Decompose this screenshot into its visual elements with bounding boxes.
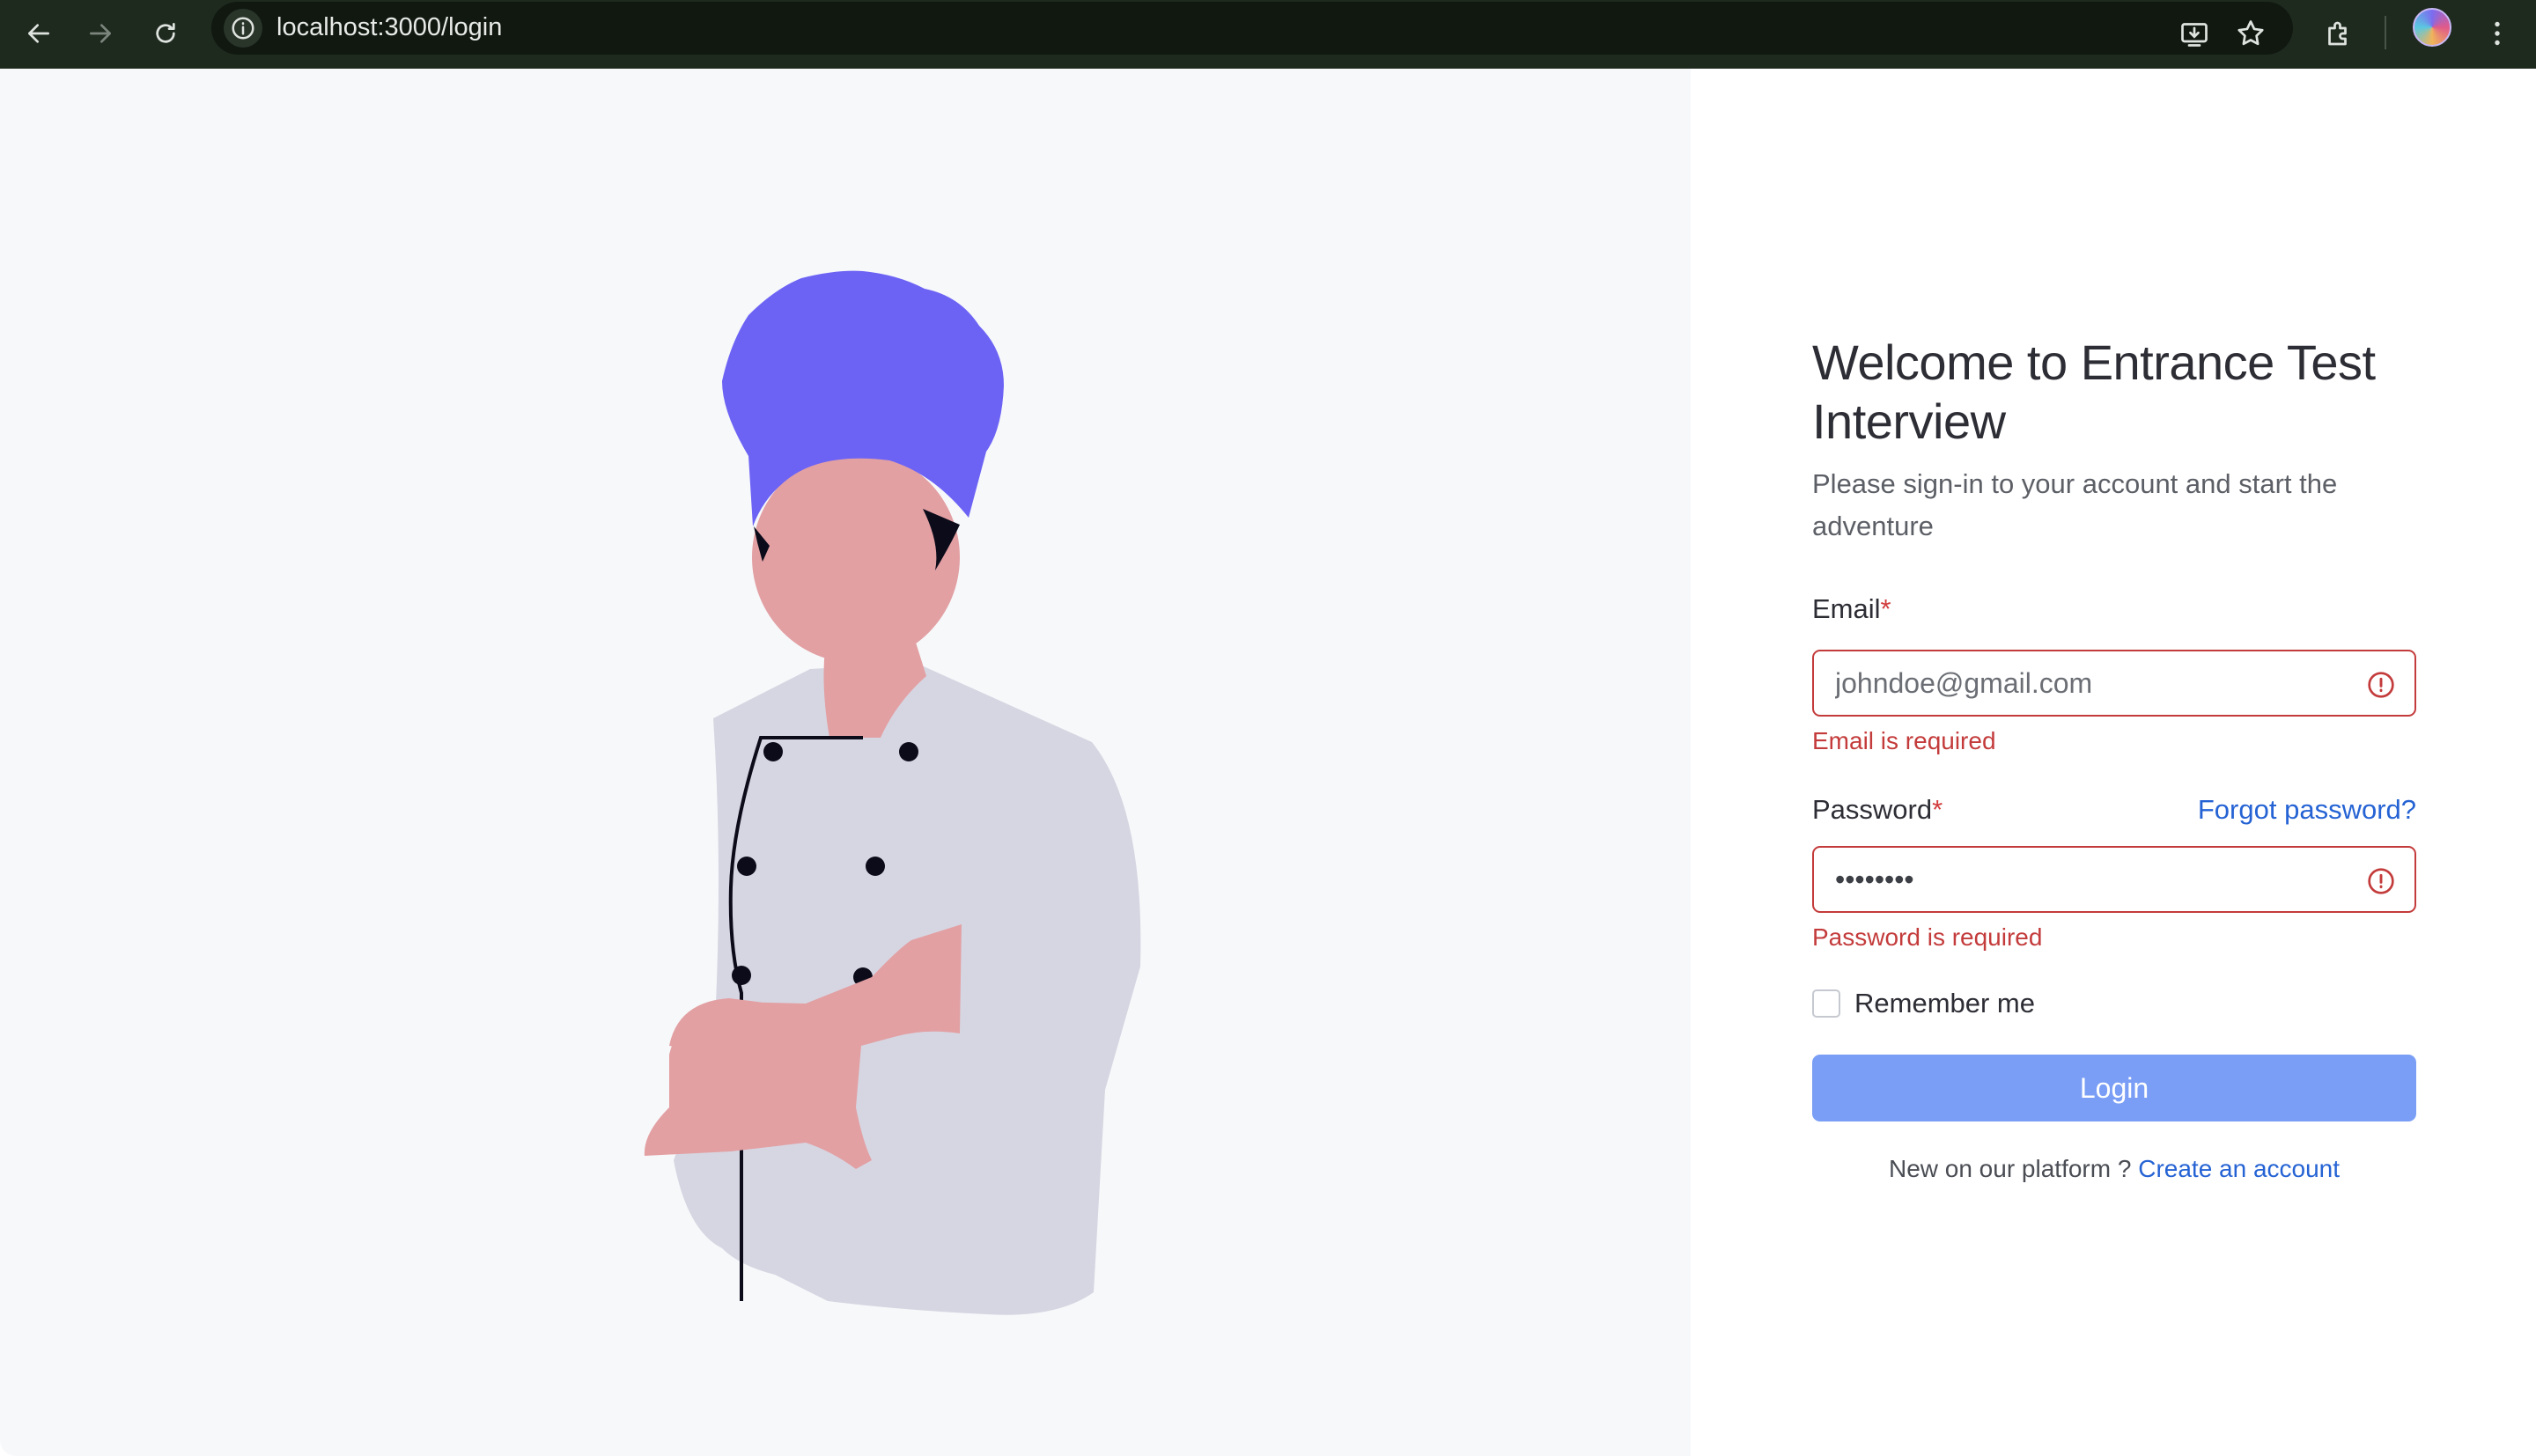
password-field[interactable] (1812, 846, 2416, 913)
head-shape (752, 452, 960, 663)
password-input[interactable] (1835, 848, 2328, 911)
extensions-icon[interactable] (2316, 11, 2362, 56)
page-title: Welcome to Entrance Test Interview (1812, 335, 2376, 449)
jacket-button (737, 857, 756, 876)
address-bar[interactable]: localhost:3000/login (211, 2, 2293, 55)
site-info-icon[interactable] (224, 9, 262, 48)
back-arrow-icon[interactable] (18, 12, 60, 55)
url-text[interactable]: localhost:3000/login (276, 13, 502, 42)
email-label-text: Email (1812, 593, 1881, 624)
chef-illustration (644, 270, 1141, 1315)
browser-toolbar: localhost:3000/login (0, 0, 2536, 69)
login-button[interactable]: Login (1812, 1055, 2416, 1121)
signup-prompt: New on our platform ? (1888, 1155, 2132, 1182)
jacket-button (732, 966, 751, 985)
more-menu-icon[interactable] (2474, 11, 2520, 56)
reload-icon[interactable] (144, 12, 187, 55)
error-icon (2368, 672, 2394, 698)
login-form: Welcome to Entrance Test Interview Pleas… (1812, 333, 2416, 1182)
password-error: Password is required (1812, 923, 2043, 951)
profile-avatar[interactable] (2413, 8, 2451, 47)
signup-row: New on our platform ? Create an account (1812, 1155, 2416, 1183)
password-label-row: Password* Forgot password? (1812, 794, 2416, 826)
page-subtitle: Please sign-in to your account and start… (1812, 468, 2338, 541)
install-app-icon[interactable] (2171, 11, 2217, 56)
error-icon (2368, 868, 2394, 894)
password-label: Password* (1812, 794, 1943, 826)
toolbar-divider (2385, 16, 2386, 49)
create-account-link[interactable]: Create an account (2138, 1155, 2340, 1182)
required-mark: * (1880, 593, 1891, 624)
jacket-button (899, 742, 918, 761)
required-mark: * (1932, 794, 1943, 825)
remember-me-checkbox[interactable] (1812, 989, 1840, 1018)
email-error: Email is required (1812, 727, 1996, 754)
remember-me[interactable]: Remember me (1812, 988, 2035, 1019)
remember-me-label[interactable]: Remember me (1854, 988, 2035, 1019)
jacket-button (763, 742, 783, 761)
email-label: Email* (1812, 593, 1891, 625)
password-label-text: Password (1812, 794, 1933, 825)
email-input[interactable] (1835, 651, 2328, 715)
jacket-button (866, 857, 885, 876)
email-field[interactable] (1812, 650, 2416, 717)
forgot-password-link[interactable]: Forgot password? (2198, 794, 2416, 826)
bookmark-star-icon[interactable] (2228, 11, 2274, 56)
forward-arrow-icon[interactable] (79, 12, 122, 55)
login-panel: Welcome to Entrance Test Interview Pleas… (1691, 69, 2536, 1456)
illustration-panel (0, 69, 1691, 1456)
